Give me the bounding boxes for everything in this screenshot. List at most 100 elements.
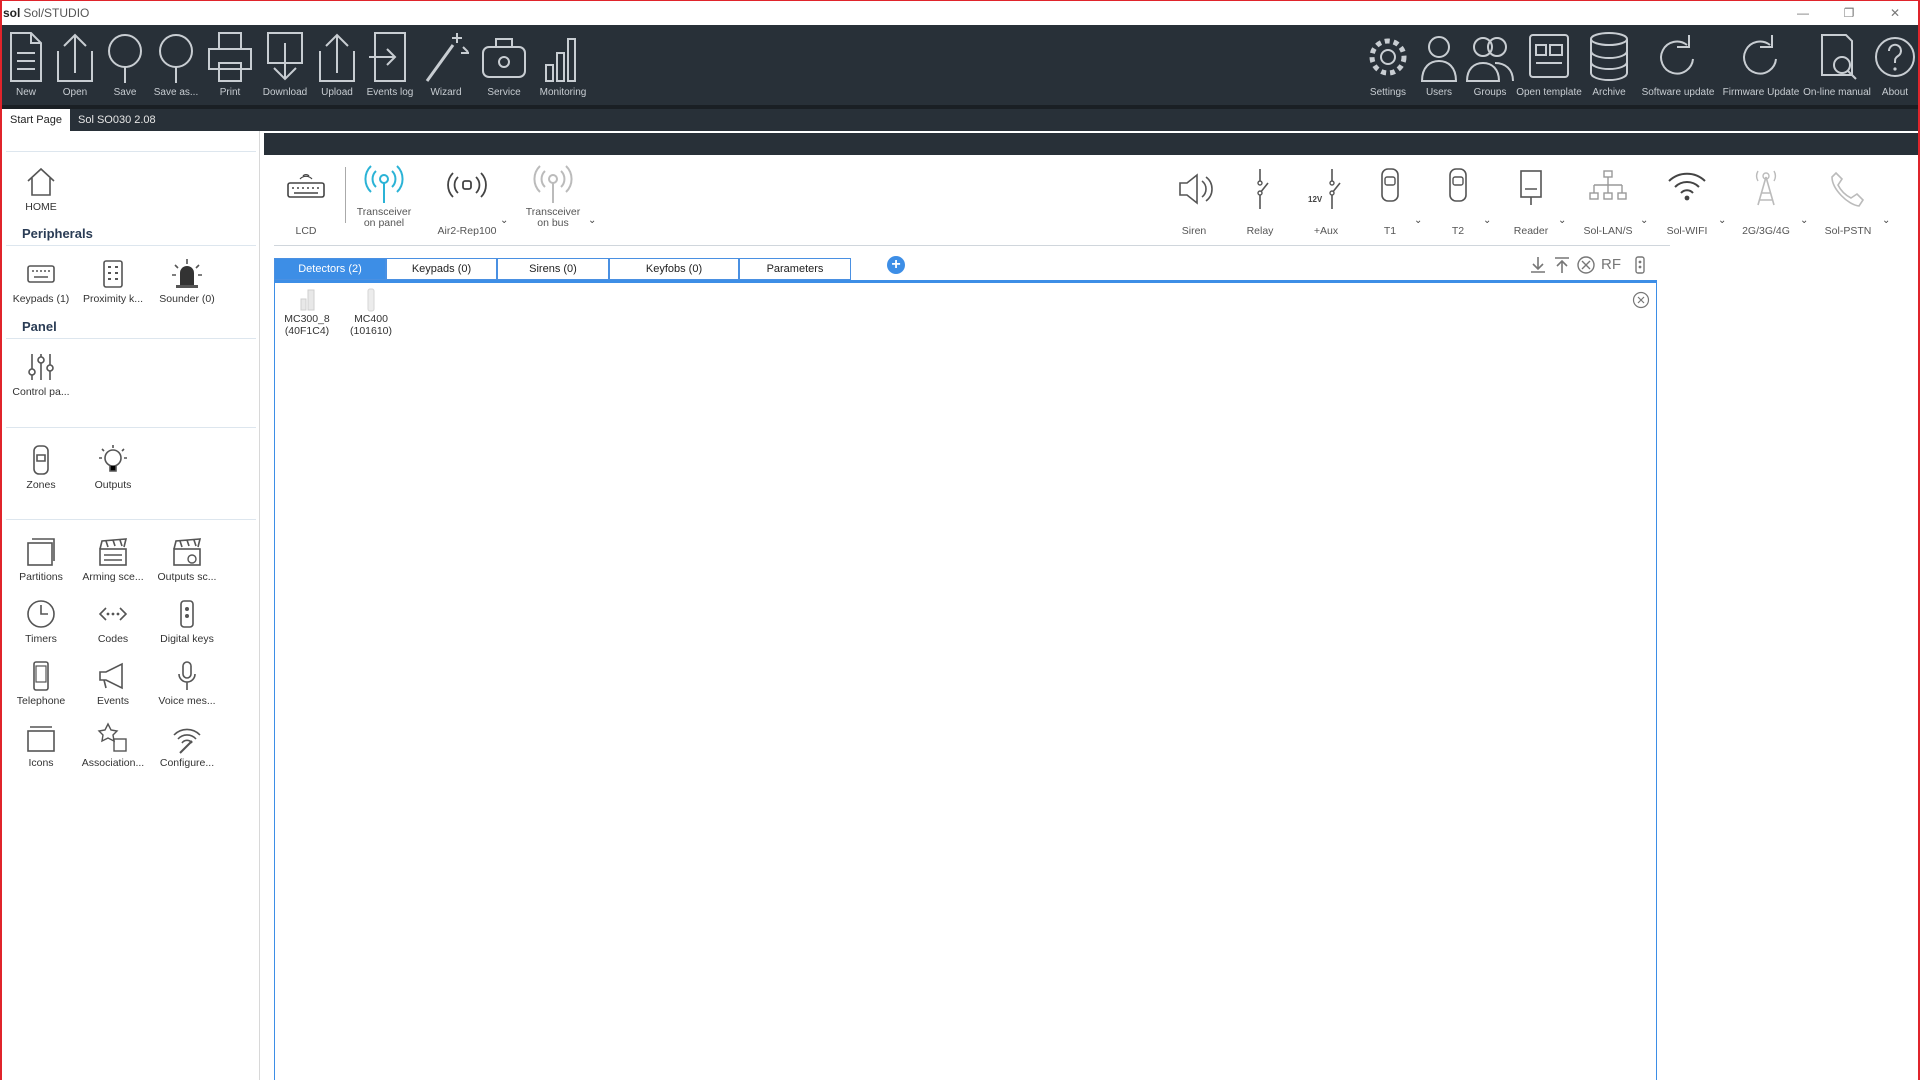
remote-device-icon[interactable] <box>1630 255 1650 275</box>
sounder-siren-icon <box>172 259 202 288</box>
software-update-button[interactable]: Software update <box>1636 25 1720 109</box>
tab-parameters[interactable]: Parameters <box>739 258 851 280</box>
close-button[interactable]: ✕ <box>1872 1 1918 25</box>
upload-arrow-icon[interactable] <box>1552 255 1572 275</box>
tab-keyfobs[interactable]: Keyfobs (0) <box>609 258 739 280</box>
sidebar-item-home[interactable]: HOME <box>6 165 76 213</box>
groups-button[interactable]: Groups <box>1464 25 1516 109</box>
app-window: sol Sol/STUDIO — ❐ ✕ New Open Save Save … <box>0 0 1920 1080</box>
t2-chevron-down-icon[interactable]: ⌄ <box>1483 215 1491 226</box>
add-peripheral-button[interactable]: + <box>887 256 905 274</box>
open-template-button[interactable]: Open template <box>1516 25 1582 109</box>
device-sol-pstn[interactable]: Sol-PSTN <box>1820 167 1876 237</box>
device-sol-lan[interactable]: Sol-LAN/S <box>1578 167 1638 237</box>
reader-chevron-down-icon[interactable]: ⌄ <box>1558 215 1566 226</box>
upload-button[interactable]: Upload <box>312 25 362 109</box>
users-button[interactable]: Users <box>1414 25 1464 109</box>
service-button[interactable]: Service <box>474 25 534 109</box>
sidebar-divider <box>6 151 256 152</box>
restore-button[interactable]: ❐ <box>1826 1 1872 25</box>
sidebar-item-outputs[interactable]: Outputs <box>78 443 148 491</box>
detector-mc300[interactable]: MC300_8 (40F1C4) <box>279 287 335 337</box>
tab-start-page[interactable]: Start Page <box>2 109 70 131</box>
save-as-button[interactable]: Save as... <box>150 25 202 109</box>
download-arrow-icon[interactable] <box>1528 255 1548 275</box>
device-lcd[interactable]: LCD <box>284 167 328 237</box>
sidebar-item-configure[interactable]: Configure... <box>152 721 222 769</box>
save-as-label: Save as... <box>153 87 199 98</box>
sidebar-item-timers[interactable]: Timers <box>6 597 76 645</box>
open-button[interactable]: Open <box>50 25 100 109</box>
telephone-mobile-icon <box>33 661 49 691</box>
sidebar-item-zones[interactable]: Zones <box>6 443 76 491</box>
detectors-panel: MC300_8 (40F1C4) MC400 (101610) <box>274 283 1657 1080</box>
device-transceiver-panel[interactable]: Transceiver on panel <box>348 161 420 229</box>
tab-detectors[interactable]: Detectors (2) <box>274 258 386 280</box>
events-log-label: Events log <box>366 87 414 98</box>
about-button[interactable]: About <box>1872 25 1918 109</box>
device-siren[interactable]: Siren <box>1172 167 1216 237</box>
pstn-chevron-down-icon[interactable]: ⌄ <box>1882 215 1890 226</box>
device-t1[interactable]: T1 <box>1368 167 1412 237</box>
t1-chevron-down-icon[interactable]: ⌄ <box>1414 215 1422 226</box>
download-button[interactable]: Download <box>258 25 312 109</box>
sidebar-item-proximity[interactable]: Proximity k... <box>78 257 148 305</box>
sidebar-item-digital-keys[interactable]: Digital keys <box>152 597 222 645</box>
software-update-label: Software update <box>1641 87 1715 98</box>
service-icon <box>482 38 526 78</box>
sidebar-item-control-panel[interactable]: Control pa... <box>6 350 76 398</box>
sidebar-item-arming[interactable]: Arming sce... <box>78 535 148 583</box>
left-sidebar: HOME Peripherals Keypads (1) Proximity k… <box>2 131 260 1080</box>
sidebar-item-telephone[interactable]: Telephone <box>6 659 76 707</box>
sidebar-item-sounder[interactable]: Sounder (0) <box>152 257 222 305</box>
lcd-keyboard-icon <box>287 174 325 198</box>
title-bar: sol Sol/STUDIO — ❐ ✕ <box>2 1 1918 25</box>
sidebar-item-keypads[interactable]: Keypads (1) <box>6 257 76 305</box>
device-relay[interactable]: Relay <box>1238 167 1282 237</box>
events-log-button[interactable]: Events log <box>362 25 418 109</box>
detector-mc400[interactable]: MC400 (101610) <box>343 287 399 337</box>
sidebar-item-partitions[interactable]: Partitions <box>6 535 76 583</box>
sidebar-item-outputs-scenarios[interactable]: Outputs sc... <box>152 535 222 583</box>
device-cellular[interactable]: 2G/3G/4G <box>1738 167 1794 237</box>
transceiver-bus-chevron-down-icon[interactable]: ⌄ <box>588 215 596 226</box>
remove-circle-icon[interactable] <box>1576 255 1596 275</box>
app-logo: sol <box>3 6 21 20</box>
rf-button[interactable]: RF <box>1601 256 1621 273</box>
wifi-chevron-down-icon[interactable]: ⌄ <box>1718 215 1726 226</box>
new-document-icon <box>10 32 42 82</box>
archive-button[interactable]: Archive <box>1582 25 1636 109</box>
aux-label: +Aux <box>1313 225 1339 237</box>
device-reader[interactable]: Reader <box>1506 167 1556 237</box>
wizard-button[interactable]: Wizard <box>418 25 474 109</box>
monitoring-button[interactable]: Monitoring <box>534 25 592 109</box>
lan-chevron-down-icon[interactable]: ⌄ <box>1640 215 1648 226</box>
sidebar-item-voice[interactable]: Voice mes... <box>152 659 222 707</box>
device-sol-wifi[interactable]: Sol-WIFI <box>1662 167 1712 237</box>
service-label: Service <box>487 87 521 98</box>
device-aux[interactable]: 12V +Aux <box>1304 167 1348 237</box>
cellular-chevron-down-icon[interactable]: ⌄ <box>1800 215 1808 226</box>
sidebar-item-icons[interactable]: Icons <box>6 721 76 769</box>
t2-label: T2 <box>1451 225 1465 237</box>
minimize-button[interactable]: — <box>1780 1 1826 25</box>
print-label: Print <box>219 87 241 98</box>
air2-chevron-down-icon[interactable]: ⌄ <box>500 215 508 226</box>
sidebar-item-association[interactable]: Association... <box>78 721 148 769</box>
sidebar-item-codes[interactable]: Codes <box>78 597 148 645</box>
device-transceiver-bus[interactable]: Transceiver on bus <box>518 161 588 229</box>
sidebar-item-events[interactable]: Events <box>78 659 148 707</box>
open-upload-icon <box>57 33 93 82</box>
close-panel-icon[interactable] <box>1632 291 1650 309</box>
tab-sol-so030[interactable]: Sol SO030 2.08 <box>70 109 164 131</box>
new-button[interactable]: New <box>2 25 50 109</box>
tab-keypads[interactable]: Keypads (0) <box>386 258 497 280</box>
save-button[interactable]: Save <box>100 25 150 109</box>
device-air2-rep100[interactable]: Air2-Rep100 <box>434 167 500 237</box>
tab-sirens[interactable]: Sirens (0) <box>497 258 609 280</box>
print-button[interactable]: Print <box>202 25 258 109</box>
firmware-update-button[interactable]: Firmware Update <box>1720 25 1802 109</box>
settings-button[interactable]: Settings <box>1362 25 1414 109</box>
online-manual-button[interactable]: On-line manual <box>1802 25 1872 109</box>
device-t2[interactable]: T2 <box>1436 167 1480 237</box>
